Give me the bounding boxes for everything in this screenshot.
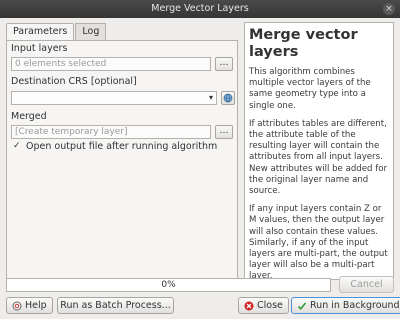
select-crs-button[interactable]: [221, 91, 235, 105]
merge-vector-layers-dialog: Merge Vector Layers × Parameters Log Inp…: [0, 0, 400, 319]
destination-crs-combo[interactable]: ▾: [11, 91, 217, 105]
close-icon: [244, 301, 254, 310]
help-paragraph: This algorithm combines multiple vector …: [249, 67, 371, 111]
merged-output-field[interactable]: [Create temporary layer]: [11, 125, 211, 139]
globe-projection-icon: [223, 93, 233, 103]
cancel-button[interactable]: Cancel: [339, 276, 394, 293]
window-title: Merge Vector Layers: [151, 3, 249, 14]
chevron-down-icon: ▾: [208, 93, 213, 102]
help-button[interactable]: Help: [6, 297, 53, 314]
run-batch-button[interactable]: Run as Batch Process...: [57, 297, 174, 314]
tab-parameters[interactable]: Parameters: [6, 23, 75, 41]
help-lifebuoy-icon: [12, 301, 22, 310]
merged-output-browse-button[interactable]: …: [215, 125, 233, 139]
checkmark-icon: [297, 301, 307, 310]
help-panel: Merge vector layers This algorithm combi…: [244, 22, 394, 280]
run-button-label: Run in Background: [310, 300, 400, 311]
merged-label: Merged: [11, 111, 47, 122]
run-in-background-button[interactable]: Run in Background: [291, 297, 400, 314]
open-output-checkbox-row[interactable]: ✓ Open output file after running algorit…: [13, 141, 217, 152]
dialog-body: Parameters Log Input layers 0 elements s…: [0, 18, 400, 319]
tab-log[interactable]: Log: [75, 23, 107, 40]
tab-bar: Parameters Log: [6, 23, 107, 41]
parameters-panel: Input layers 0 elements selected … Desti…: [6, 40, 238, 282]
destination-crs-label: Destination CRS [optional]: [11, 76, 137, 87]
input-layers-label: Input layers: [11, 43, 68, 54]
help-button-label: Help: [25, 300, 47, 311]
close-button-label: Close: [257, 300, 283, 311]
help-title: Merge vector layers: [249, 27, 358, 60]
help-paragraph: If any input layers contain Z or M value…: [249, 204, 388, 280]
progress-bar: 0%: [6, 278, 331, 292]
progress-text: 0%: [161, 280, 176, 290]
input-layers-field[interactable]: 0 elements selected: [11, 57, 211, 71]
checkmark-icon[interactable]: ✓: [13, 142, 22, 151]
open-output-label: Open output file after running algorithm: [26, 141, 218, 152]
window-titlebar[interactable]: Merge Vector Layers ×: [0, 0, 400, 18]
window-close-icon[interactable]: ×: [383, 3, 395, 15]
close-button[interactable]: Close: [238, 297, 289, 314]
help-paragraph: If attributes tables are different, the …: [249, 118, 388, 197]
input-layers-browse-button[interactable]: …: [215, 57, 233, 71]
